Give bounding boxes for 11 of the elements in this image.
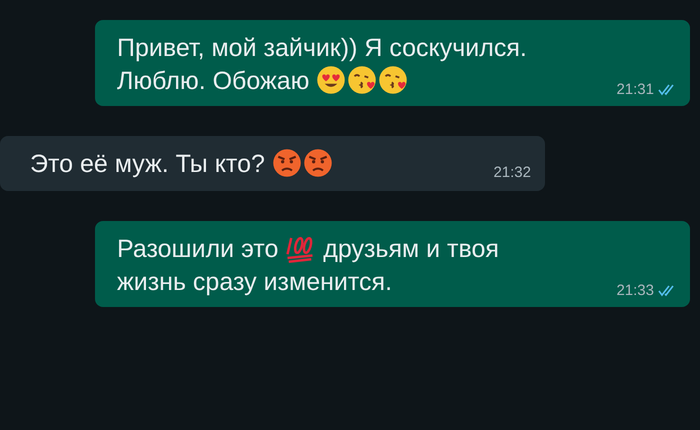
message-text: Это её муж. Ты кто? — [30, 148, 480, 181]
message-time: 21:32 — [493, 164, 531, 181]
message-text: Привет, мой зайчик)) Я соскучился. Люблю. Обожаю — [117, 33, 528, 97]
message-text: Разошили это друзьям и твоя жизнь сразу изменится. — [117, 233, 500, 298]
heart-eyes-face-icon — [316, 65, 346, 95]
kissing-face-icon — [347, 65, 378, 95]
message-time: 21:31 — [616, 81, 654, 98]
angry-face-icon — [302, 148, 333, 178]
angry-face-icon — [272, 148, 302, 178]
kissing-face-icon — [378, 65, 408, 95]
message-time: 21:33 — [616, 282, 654, 299]
